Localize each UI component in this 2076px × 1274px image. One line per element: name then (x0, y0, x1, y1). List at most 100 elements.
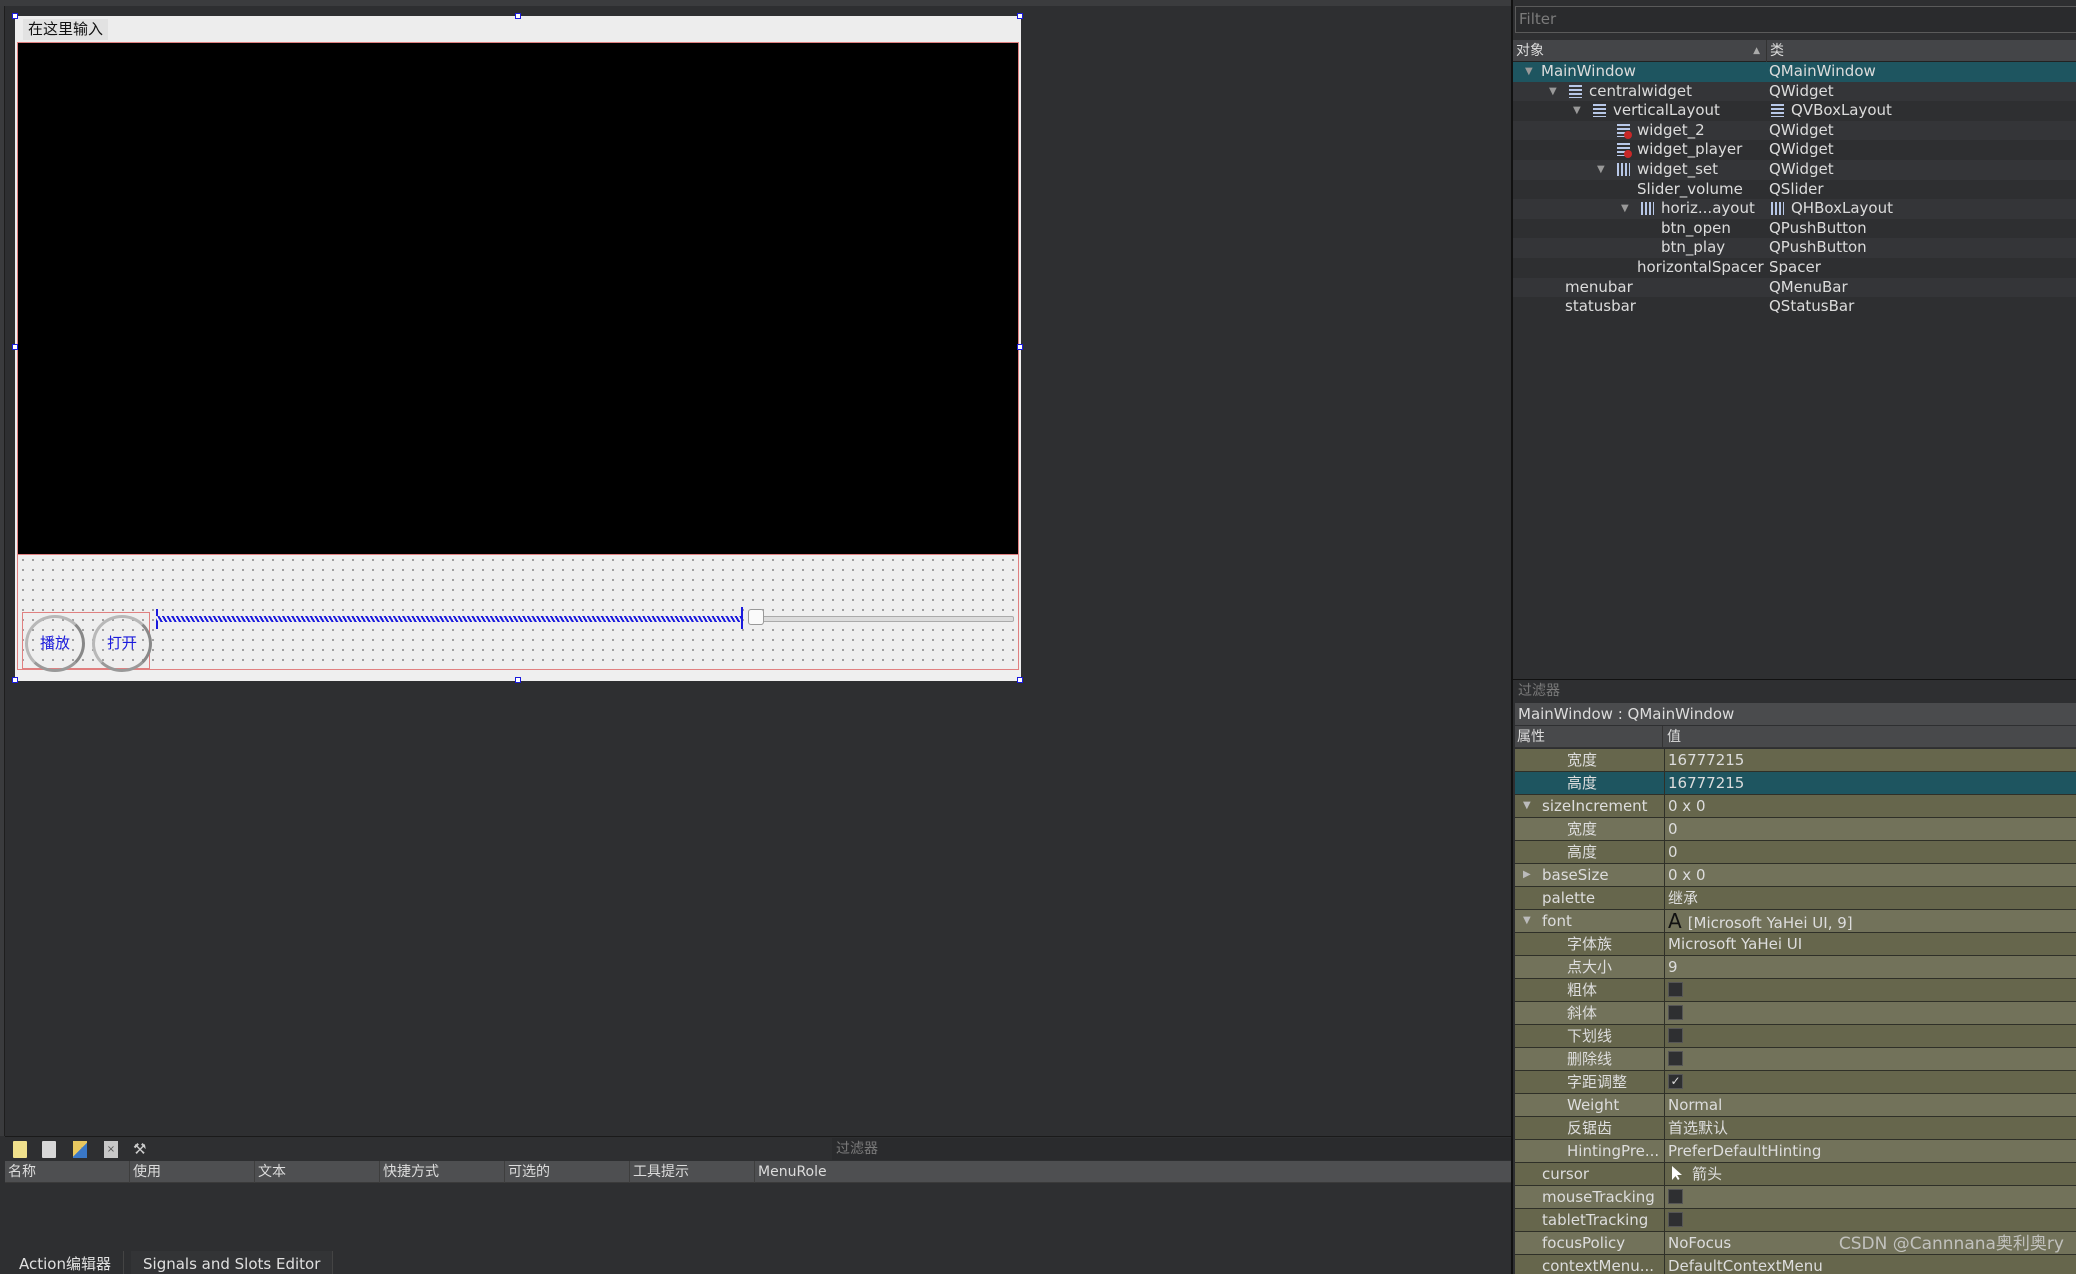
tree-row-horizontalspacer[interactable]: horizontalSpacer Spacer (1513, 258, 2076, 278)
selection-handle[interactable] (12, 13, 18, 19)
property-value[interactable] (1664, 979, 2076, 1001)
property-row[interactable]: 点大小 9 (1515, 956, 2076, 979)
property-value[interactable] (1664, 1048, 2076, 1070)
property-checkbox[interactable] (1668, 1188, 1683, 1204)
property-checkbox[interactable] (1668, 1027, 1683, 1043)
widget-player[interactable] (17, 42, 1019, 555)
property-checkbox[interactable] (1668, 1050, 1683, 1066)
tree-row-btn-open[interactable]: btn_open QPushButton (1513, 219, 2076, 239)
property-value[interactable] (1664, 1209, 2076, 1231)
column-header[interactable]: 可选的 (505, 1161, 630, 1183)
property-value[interactable]: DefaultContextMenu (1664, 1255, 2076, 1274)
column-header[interactable]: 使用 (130, 1161, 255, 1183)
form-canvas[interactable]: 在这里输入 播放 打开 (15, 16, 1021, 681)
tab-action-editor[interactable]: Action编辑器 (7, 1251, 124, 1274)
tree-row-widget-player[interactable]: widget_player QWidget (1513, 140, 2076, 160)
property-row[interactable]: 下划线 (1515, 1025, 2076, 1048)
property-row[interactable]: cursor 箭头 (1515, 1163, 2076, 1186)
property-row[interactable]: palette 继承 (1515, 887, 2076, 910)
property-value[interactable] (1664, 1186, 2076, 1208)
property-checkbox[interactable] (1668, 981, 1683, 997)
tree-row-slider-volume[interactable]: Slider_volume QSlider (1513, 180, 2076, 200)
property-value[interactable]: 0 x 0 (1664, 864, 2076, 886)
property-row[interactable]: 斜体 (1515, 1002, 2076, 1025)
column-header-class[interactable]: 类 (1767, 40, 1784, 62)
collapse-arrow-icon[interactable]: ▼ (1523, 795, 1531, 817)
property-row[interactable]: 宽度 16777215 (1515, 749, 2076, 772)
expand-arrow-icon[interactable]: ▼ (1573, 101, 1583, 121)
object-filter-input[interactable]: Filter (1515, 6, 2076, 33)
play-button[interactable]: 播放 (25, 615, 85, 672)
column-header-object[interactable]: 对象 ▲ (1513, 40, 1767, 62)
expand-arrow-icon[interactable]: ▼ (1597, 160, 1607, 180)
new-action-icon[interactable] (13, 1141, 27, 1158)
property-value[interactable]: 0 (1664, 841, 2076, 863)
property-value[interactable]: 箭头 (1664, 1163, 2076, 1185)
tree-row-statusbar[interactable]: statusbar QStatusBar (1513, 297, 2076, 317)
tab-signals-slots[interactable]: Signals and Slots Editor (131, 1251, 334, 1274)
column-header-value[interactable]: 值 (1665, 726, 1681, 748)
selection-handle[interactable] (12, 344, 18, 350)
paste-action-icon[interactable] (73, 1141, 87, 1158)
column-header[interactable]: MenuRole (755, 1161, 1511, 1183)
property-checkbox[interactable]: ✓ (1668, 1073, 1683, 1089)
expand-arrow-icon[interactable]: ▼ (1549, 82, 1559, 102)
property-row[interactable]: 宽度 0 (1515, 818, 2076, 841)
property-filter-input[interactable]: 过滤器 (1515, 680, 2076, 702)
column-header-property[interactable]: 属性 (1515, 726, 1663, 748)
open-button[interactable]: 打开 (92, 615, 152, 672)
property-value[interactable] (1664, 1025, 2076, 1047)
expand-arrow-icon[interactable]: ▶ (1523, 864, 1531, 886)
property-row[interactable]: 字距调整 ✓ (1515, 1071, 2076, 1094)
property-value[interactable]: Normal (1664, 1094, 2076, 1116)
tree-row-verticallayout[interactable]: ▼ verticalLayout QVBoxLayout (1513, 101, 2076, 121)
property-value[interactable]: A [Microsoft YaHei UI, 9] (1664, 910, 2076, 932)
collapse-arrow-icon[interactable]: ▼ (1523, 910, 1531, 932)
property-value[interactable]: 16777215 (1664, 749, 2076, 771)
selection-handle[interactable] (1017, 344, 1023, 350)
tree-row-widget-set[interactable]: ▼ widget_set QWidget (1513, 159, 2076, 180)
selection-handle[interactable] (515, 13, 521, 19)
tree-row-horiz-ayout[interactable]: ▼ horiz...ayout QHBoxLayout (1513, 199, 2076, 219)
property-value[interactable]: 0 (1664, 818, 2076, 840)
slider-groove[interactable] (761, 616, 1014, 622)
property-value[interactable]: 16777215 (1664, 772, 2076, 794)
volume-slider[interactable] (156, 607, 1016, 631)
property-value[interactable]: 9 (1664, 956, 2076, 978)
property-row[interactable]: Weight Normal (1515, 1094, 2076, 1117)
delete-action-icon[interactable]: × (104, 1141, 118, 1158)
property-row[interactable]: 反锯齿 首选默认 (1515, 1117, 2076, 1140)
tree-row-mainwindow[interactable]: ▼ MainWindow QMainWindow (1513, 62, 2076, 82)
column-header[interactable]: 工具提示 (630, 1161, 755, 1183)
expand-arrow-icon[interactable]: ▼ (1525, 62, 1535, 82)
property-value[interactable]: ✓ (1664, 1071, 2076, 1093)
property-value[interactable]: PreferDefaultHinting (1664, 1140, 2076, 1162)
selection-handle[interactable] (515, 677, 521, 683)
property-row[interactable]: ▼ font A [Microsoft YaHei UI, 9] (1515, 910, 2076, 933)
action-filter-input[interactable]: 过滤器 (832, 1138, 1511, 1160)
menubar-type-here[interactable]: 在这里输入 (23, 19, 109, 40)
tree-row-widget-2[interactable]: widget_2 QWidget (1513, 120, 2076, 141)
property-value[interactable]: Microsoft YaHei UI (1664, 933, 2076, 955)
property-value[interactable]: 0 x 0 (1664, 795, 2076, 817)
widget-set[interactable]: 播放 打开 (17, 555, 1019, 672)
property-row[interactable]: 高度 0 (1515, 841, 2076, 864)
property-checkbox[interactable] (1668, 1211, 1683, 1227)
property-row[interactable]: 删除线 (1515, 1048, 2076, 1071)
column-header[interactable]: 快捷方式 (380, 1161, 505, 1183)
tree-row-centralwidget[interactable]: ▼ centralwidget QWidget (1513, 81, 2076, 102)
property-row[interactable]: ▶ baseSize 0 x 0 (1515, 864, 2076, 887)
property-value[interactable] (1664, 1002, 2076, 1024)
selection-handle[interactable] (1017, 13, 1023, 19)
selection-handle[interactable] (12, 677, 18, 683)
slider-handle[interactable] (748, 609, 764, 625)
column-header[interactable]: 文本 (255, 1161, 380, 1183)
property-row[interactable]: ▼ sizeIncrement 0 x 0 (1515, 795, 2076, 818)
property-checkbox[interactable] (1668, 1004, 1683, 1020)
tree-row-menubar[interactable]: menubar QMenuBar (1513, 277, 2076, 298)
property-row[interactable]: 粗体 (1515, 979, 2076, 1002)
copy-action-icon[interactable] (42, 1141, 56, 1158)
property-row[interactable]: HintingPre... PreferDefaultHinting (1515, 1140, 2076, 1163)
column-header[interactable]: 名称 (5, 1161, 130, 1183)
form-menubar[interactable]: 在这里输入 (15, 16, 1021, 42)
